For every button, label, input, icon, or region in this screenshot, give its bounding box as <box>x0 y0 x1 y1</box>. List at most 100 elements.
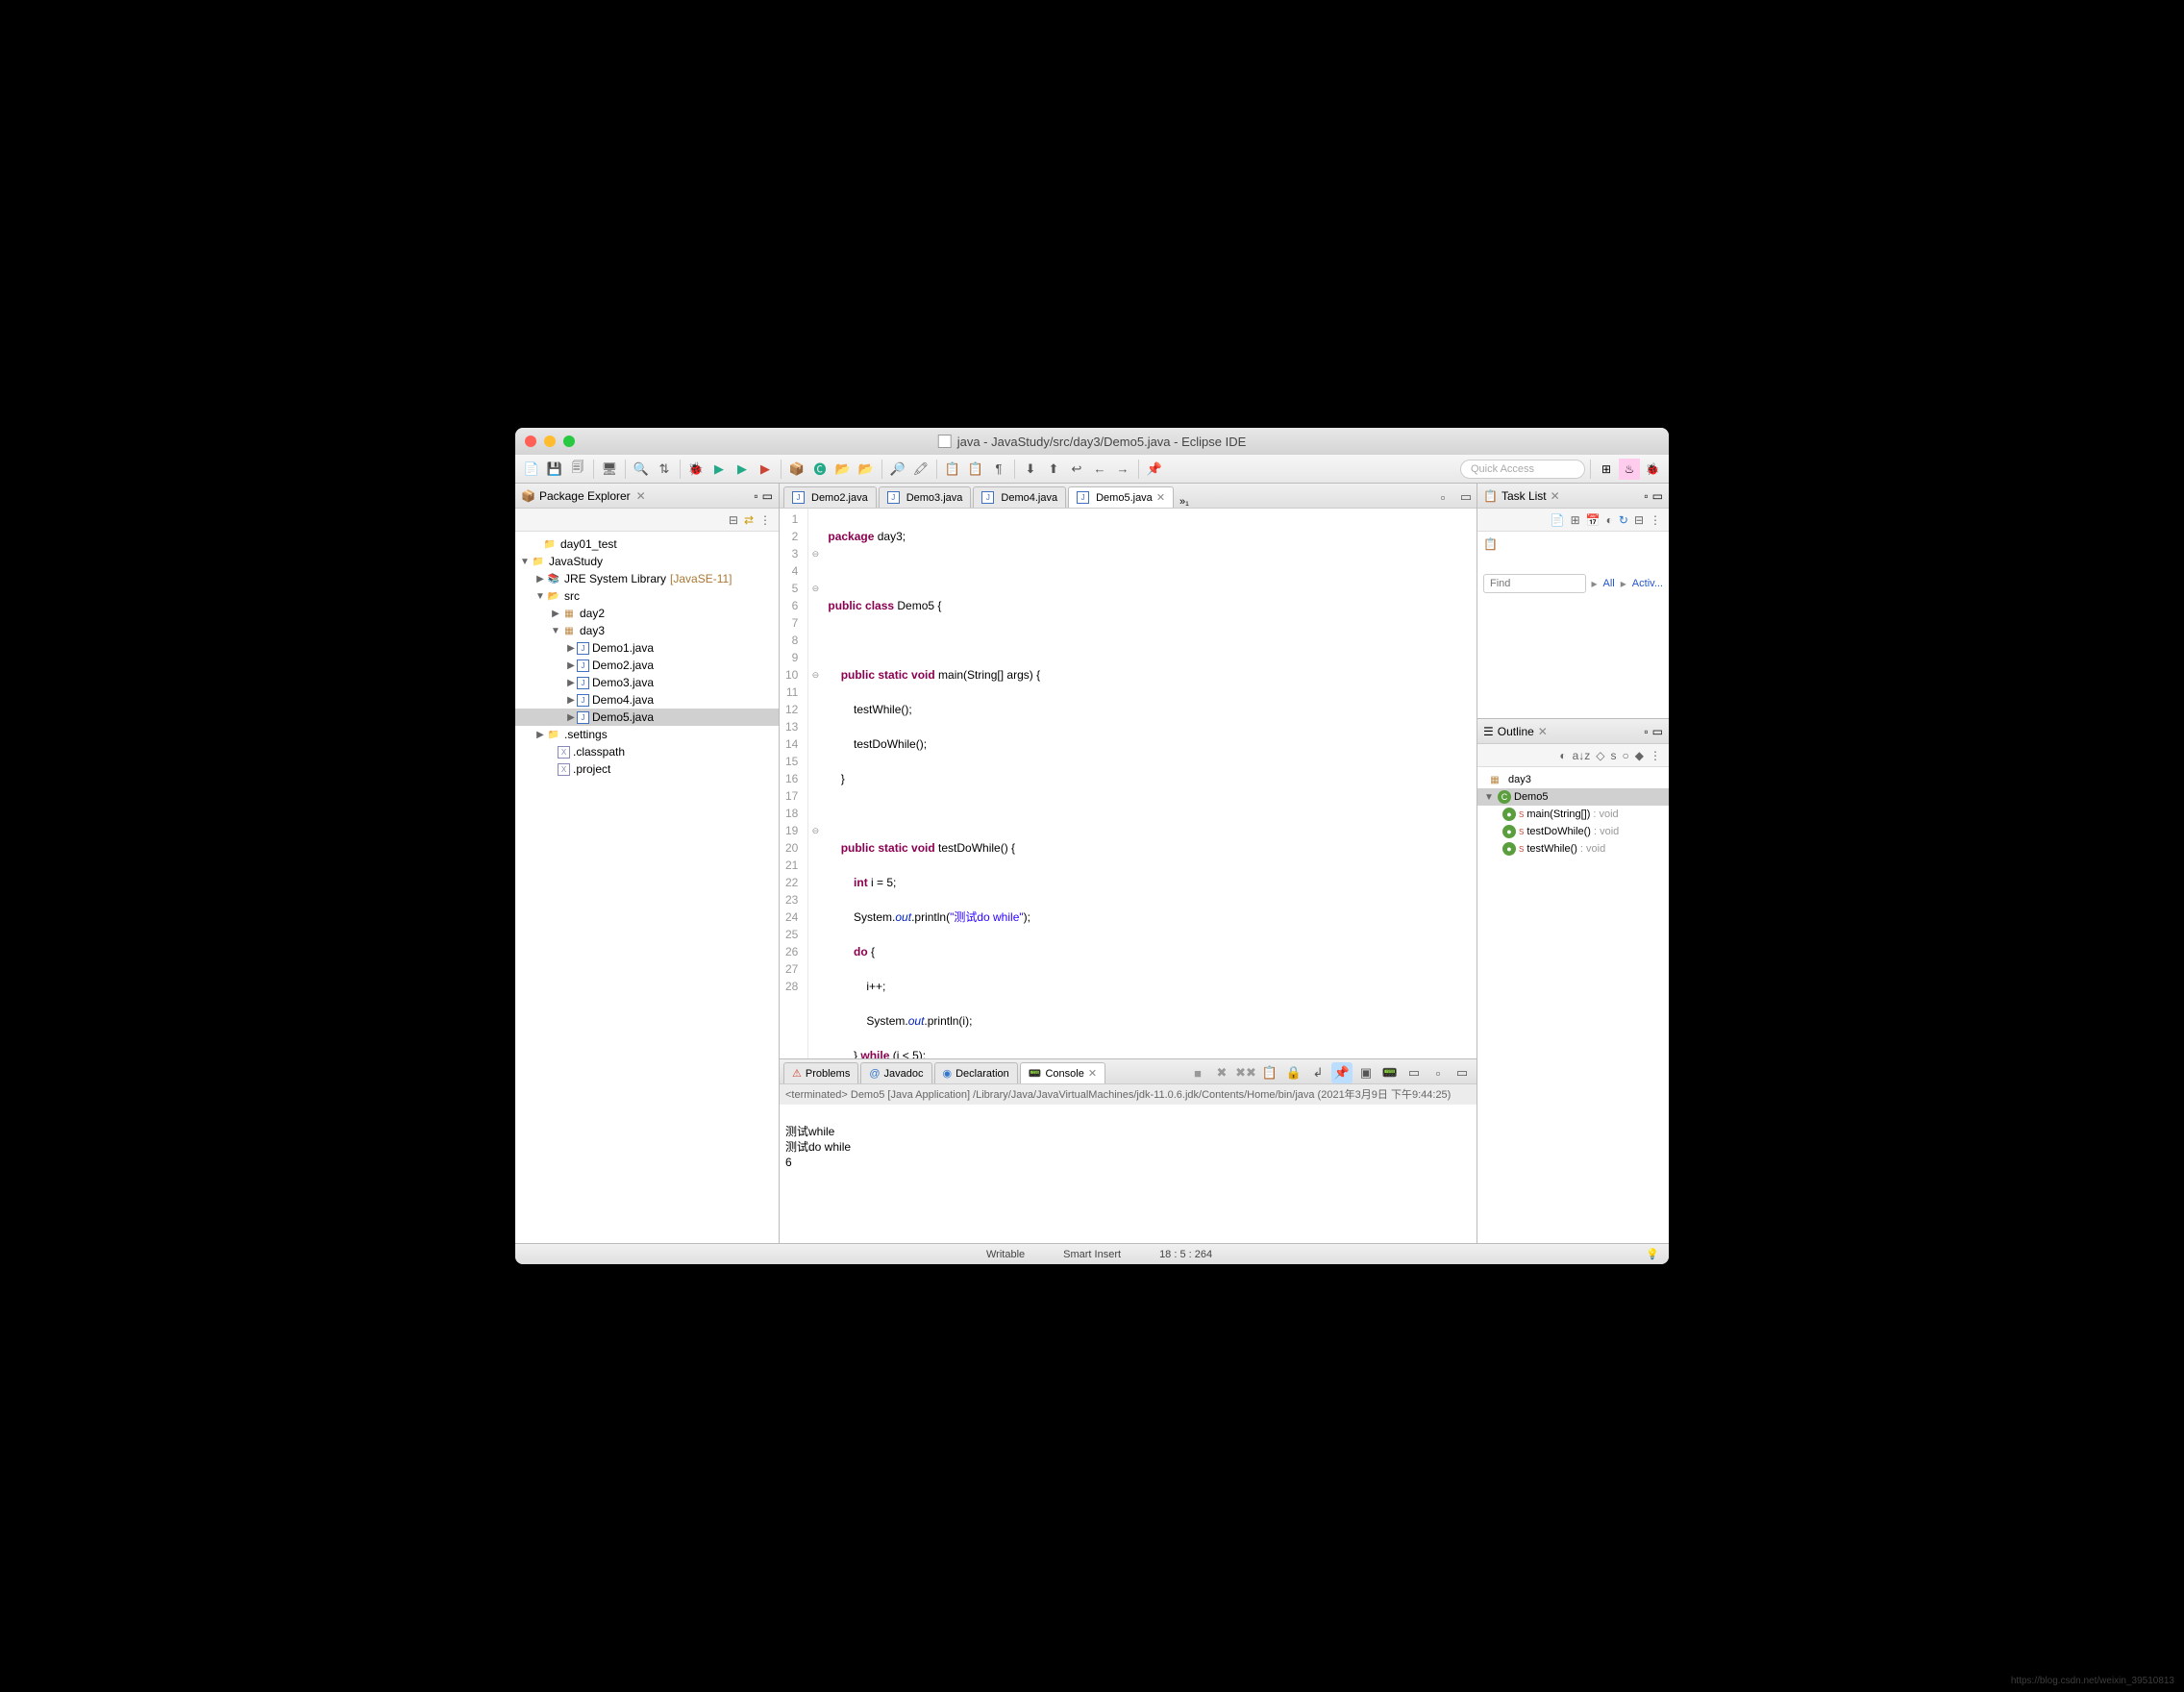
java-perspective-button[interactable]: ♨ <box>1619 459 1640 480</box>
collapse-icon[interactable]: ⊟ <box>1634 513 1644 527</box>
task-list-body[interactable]: 📋 ▸ All ▸ Activ... <box>1477 532 1669 718</box>
tree-settings-folder[interactable]: ▶📁.settings <box>515 726 779 743</box>
tree-project-file[interactable]: X.project <box>515 760 779 778</box>
schedule-icon[interactable]: 📅 <box>1586 513 1601 527</box>
tree-classpath-file[interactable]: X.classpath <box>515 743 779 760</box>
tab-overflow-button[interactable]: »₁ <box>1179 496 1189 508</box>
tip-icon[interactable]: 💡 <box>1646 1248 1659 1260</box>
fold-gutter[interactable]: ⊖ ⊖ ⊖ ⊖ <box>808 509 822 1058</box>
sort-outline-icon[interactable]: a↓z <box>1573 749 1591 762</box>
close-view-icon[interactable]: ✕ <box>636 489 646 503</box>
outline-tree[interactable]: ▦day3 ▼CDemo5 ●Smain(String[]) : void ●S… <box>1477 767 1669 1243</box>
code-editor[interactable]: 1234567891011121314151617181920212223242… <box>780 509 1477 1058</box>
forward-button[interactable]: → <box>1112 459 1133 480</box>
tree-file-demo5[interactable]: ▶JDemo5.java <box>515 709 779 726</box>
toggle-block-button[interactable]: 📋 <box>965 459 986 480</box>
collapse-all-icon[interactable]: ⊟ <box>729 513 738 527</box>
close-window-button[interactable] <box>525 435 536 447</box>
tab-javadoc[interactable]: @Javadoc <box>860 1062 931 1083</box>
focus-outline-icon[interactable]: ◐ <box>1559 749 1566 762</box>
maximize-window-button[interactable] <box>563 435 575 447</box>
last-edit-button[interactable]: ↩ <box>1066 459 1087 480</box>
tab-declaration[interactable]: ◉Declaration <box>934 1062 1018 1083</box>
categorize-icon[interactable]: ⊞ <box>1571 513 1580 527</box>
clear-console-button[interactable]: 📋 <box>1259 1062 1280 1083</box>
scroll-lock-button[interactable]: 🔒 <box>1283 1062 1304 1083</box>
menu-icon[interactable]: ⋮ <box>1650 513 1661 527</box>
close-outline-icon[interactable]: ✕ <box>1538 725 1548 738</box>
tab-demo4[interactable]: JDemo4.java <box>973 486 1066 508</box>
max-console-icon[interactable]: ▭ <box>1452 1062 1473 1083</box>
tab-demo3[interactable]: JDemo3.java <box>879 486 972 508</box>
open-perspective-button[interactable]: ⊞ <box>1596 459 1617 480</box>
open-type-button[interactable]: 📂 <box>832 459 854 480</box>
new-package-button[interactable]: 📦 <box>786 459 807 480</box>
max-outline-icon[interactable]: ▭ <box>1652 725 1663 738</box>
view-menu-icon[interactable]: ⋮ <box>759 513 771 527</box>
task-activ-link[interactable]: Activ... <box>1632 578 1663 589</box>
outline-menu-icon[interactable]: ⋮ <box>1650 749 1661 762</box>
remove-launch-button[interactable]: ✖ <box>1211 1062 1232 1083</box>
tree-src-folder[interactable]: ▼📂src <box>515 587 779 605</box>
console-output[interactable]: 测试while测试do while6 <box>780 1105 1477 1243</box>
debug-button[interactable]: 🐞 <box>685 459 707 480</box>
hide-local-icon[interactable]: ◆ <box>1635 749 1644 762</box>
switch-editor-button[interactable]: 🖥 <box>599 459 620 480</box>
task-all-link[interactable]: All <box>1603 578 1615 589</box>
tree-file-demo3[interactable]: ▶JDemo3.java <box>515 674 779 691</box>
tab-demo5[interactable]: JDemo5.java✕ <box>1068 486 1174 508</box>
outline-package[interactable]: ▦day3 <box>1477 771 1669 788</box>
tree-project-day01[interactable]: 📁day01_test <box>515 535 779 553</box>
hide-nonpublic-icon[interactable]: ○ <box>1623 749 1629 762</box>
code-content[interactable]: package day3; public class Demo5 { publi… <box>822 509 1477 1058</box>
tree-project-javastudy[interactable]: ▼📁JavaStudy <box>515 553 779 570</box>
new-task-icon[interactable]: 📄 <box>1551 513 1565 527</box>
focus-icon[interactable]: ◐ <box>1606 513 1613 527</box>
min-tasklist-icon[interactable]: ▫ <box>1644 489 1648 503</box>
open-task-button[interactable]: 📂 <box>856 459 877 480</box>
display-console-button[interactable]: ▣ <box>1355 1062 1377 1083</box>
show-whitespace-button[interactable]: ¶ <box>988 459 1009 480</box>
word-wrap-button[interactable]: ↲ <box>1307 1062 1328 1083</box>
new-class-button[interactable]: 🅒 <box>809 459 831 480</box>
tree-pkg-day2[interactable]: ▶▦day2 <box>515 605 779 622</box>
outline-testdowhile[interactable]: ●StestDoWhile() : void <box>1477 823 1669 840</box>
close-tasklist-icon[interactable]: ✕ <box>1551 489 1560 503</box>
save-button[interactable]: 💾 <box>544 459 565 480</box>
close-tab-icon[interactable]: ✕ <box>1156 491 1165 504</box>
tree-jre-library[interactable]: ▶📚JRE System Library[JavaSE-11] <box>515 570 779 587</box>
terminate-button[interactable]: ■ <box>1187 1062 1208 1083</box>
tab-console[interactable]: 📟Console✕ <box>1020 1062 1105 1083</box>
run-button[interactable]: ▶ <box>708 459 730 480</box>
hide-fields-icon[interactable]: ◇ <box>1596 749 1604 762</box>
quick-access-input[interactable]: Quick Access <box>1460 460 1585 479</box>
min-console-icon[interactable]: ▫ <box>1427 1062 1449 1083</box>
maximize-editor-icon[interactable]: ▭ <box>1455 486 1477 508</box>
tree-pkg-day3[interactable]: ▼▦day3 <box>515 622 779 639</box>
new-console-button[interactable]: ▭ <box>1403 1062 1425 1083</box>
outline-class[interactable]: ▼CDemo5 <box>1477 788 1669 806</box>
back-button[interactable]: ← <box>1089 459 1110 480</box>
pin-button[interactable]: 📌 <box>1144 459 1165 480</box>
zoom-button[interactable]: 🔍 <box>631 459 652 480</box>
toggle-button[interactable]: ⇅ <box>654 459 675 480</box>
debug-perspective-button[interactable]: 🐞 <box>1642 459 1663 480</box>
tab-problems[interactable]: ⚠Problems <box>783 1062 858 1083</box>
open-console-button[interactable]: 📟 <box>1379 1062 1401 1083</box>
prev-annotation-button[interactable]: ⬆ <box>1043 459 1064 480</box>
highlight-button[interactable]: 🖍 <box>910 459 931 480</box>
max-tasklist-icon[interactable]: ▭ <box>1652 489 1663 503</box>
minimize-view-icon[interactable]: ▫ <box>754 489 757 503</box>
minimize-editor-icon[interactable]: ▫ <box>1432 486 1453 508</box>
close-console-icon[interactable]: ✕ <box>1088 1067 1097 1080</box>
link-editor-icon[interactable]: ⇄ <box>744 513 754 527</box>
outline-main[interactable]: ●Smain(String[]) : void <box>1477 806 1669 823</box>
pin-console-button[interactable]: 📌 <box>1331 1062 1353 1083</box>
coverage-button[interactable]: ▶ <box>732 459 753 480</box>
new-button[interactable]: 📄 <box>521 459 542 480</box>
next-annotation-button[interactable]: ⬇ <box>1020 459 1041 480</box>
task-find-input[interactable] <box>1483 574 1586 593</box>
save-all-button[interactable]: 🗐 <box>567 459 588 480</box>
minimize-window-button[interactable] <box>544 435 556 447</box>
toggle-mark-button[interactable]: 📋 <box>942 459 963 480</box>
